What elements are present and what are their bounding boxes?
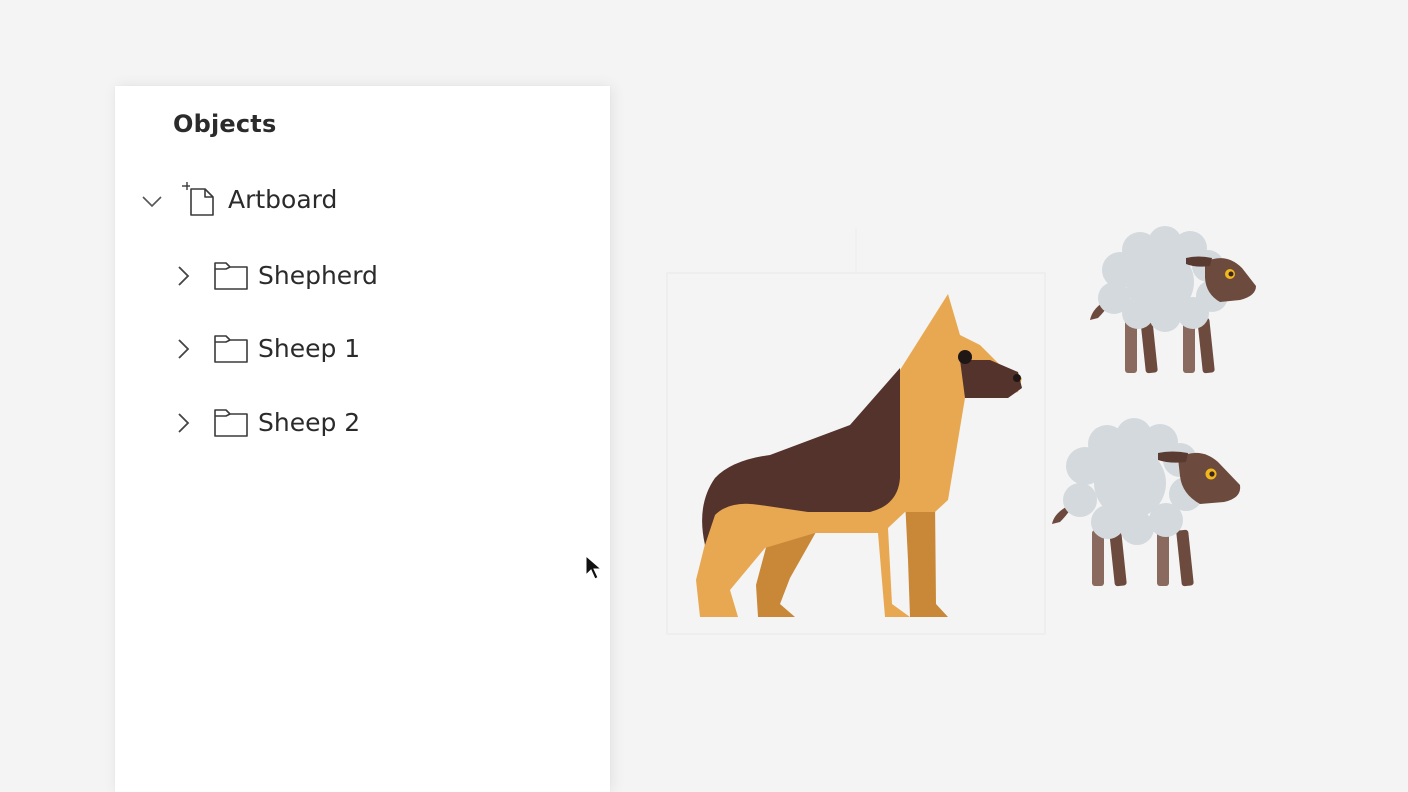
chevron-right-icon[interactable] — [172, 265, 194, 287]
sheep-illustration[interactable] — [1090, 226, 1256, 374]
objects-panel-title: Objects — [173, 110, 277, 138]
tree-item-label: Sheep 2 — [258, 408, 361, 437]
artboard-canvas[interactable] — [610, 0, 1408, 792]
tree-item-shepherd[interactable]: Shepherd — [115, 252, 610, 300]
tree-item-artboard[interactable]: Artboard — [115, 176, 610, 224]
chevron-right-icon[interactable] — [172, 412, 194, 434]
tree-item-label: Artboard — [228, 185, 338, 214]
sheep-illustration[interactable] — [1052, 418, 1241, 587]
shepherd-dog-illustration[interactable] — [696, 294, 1022, 617]
mouse-cursor-icon — [585, 555, 603, 580]
folder-icon — [214, 409, 248, 437]
folder-icon — [214, 335, 248, 363]
chevron-right-icon[interactable] — [172, 338, 194, 360]
artboard-icon — [182, 182, 214, 216]
folder-icon — [214, 262, 248, 290]
tree-item-label: Shepherd — [258, 261, 378, 290]
tree-item-sheep-1[interactable]: Sheep 1 — [115, 325, 610, 373]
tree-item-sheep-2[interactable]: Sheep 2 — [115, 399, 610, 447]
tree-item-label: Sheep 1 — [258, 334, 361, 363]
app-stage: Objects Artboard Shepherd Sheep 1 Sheep … — [0, 0, 1408, 792]
objects-panel: Objects Artboard Shepherd Sheep 1 Sheep … — [115, 86, 610, 792]
chevron-down-icon[interactable] — [141, 190, 163, 212]
